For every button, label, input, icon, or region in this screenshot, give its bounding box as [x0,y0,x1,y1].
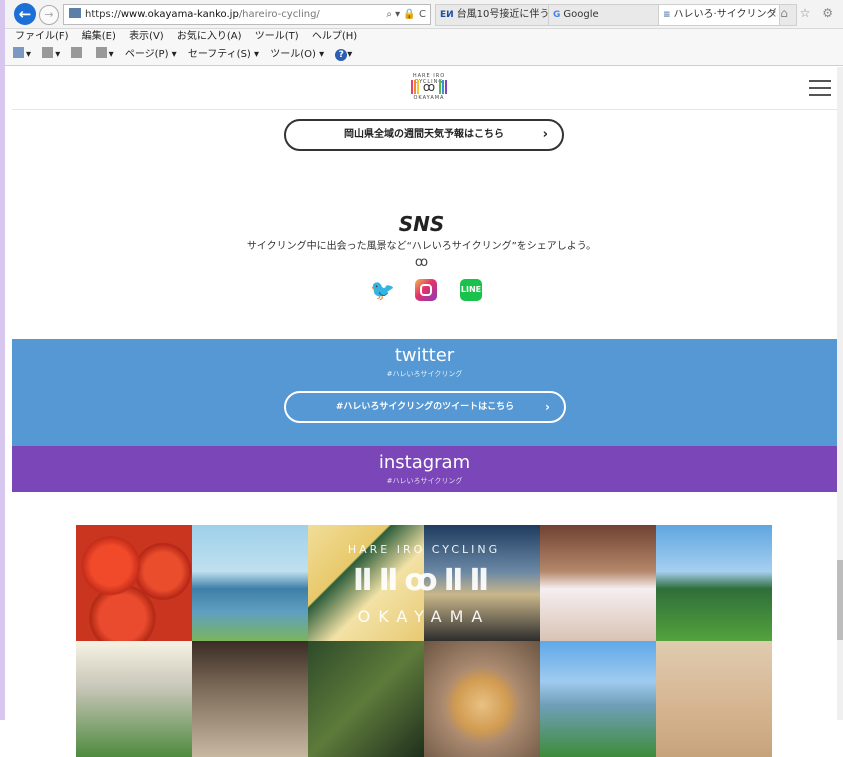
site-favicon-icon [69,8,81,18]
menu-file[interactable]: ファイル(F) [15,31,69,42]
sns-heading: SNS [398,212,445,236]
back-button[interactable]: ← [14,3,36,25]
tab-google[interactable]: G Google [548,4,659,26]
mail-command[interactable] [71,45,84,65]
hamburger-menu-icon[interactable] [809,80,831,96]
site-logo[interactable]: HARE IRO CYCLING ꝏ OKAYAMA [398,73,460,103]
photo-cyclist-pagoda[interactable] [76,641,192,757]
site-header: HARE IRO CYCLING ꝏ OKAYAMA [12,67,843,110]
photo-fish-sculpture[interactable] [656,525,772,641]
feed-icon [42,47,54,58]
twitter-heading: twitter [394,345,455,366]
logo-bottom-text: OKAYAMA [413,95,445,101]
bicycle-icon: ꝏ [414,255,429,270]
menu-favorites[interactable]: お気に入り(A) [177,31,242,42]
weekly-weather-button[interactable]: 岡山県全域の週間天気予報はこちら › [284,119,564,151]
tab-label: Google [563,9,599,20]
url-domain: www.okayama-kanko.jp [120,9,239,20]
home-command[interactable]: ▾ [13,45,31,65]
safety-menu[interactable]: セーフティ(S) ▾ [188,45,259,65]
tab-label: 台風10号接近に伴う大... [456,9,549,20]
menu-help[interactable]: ヘルプ(H) [312,31,357,42]
logo-bar [410,80,413,94]
url-actions[interactable]: ⌕ ▾ 🔒 C [386,5,426,24]
url-path: /hareiro-cycling/ [238,9,320,20]
logo-bar [416,80,419,94]
home-icon [13,47,24,58]
grid-logo-overlay: HARE IRO CYCLING ⅡⅡꝏⅡⅡ OKAYAMA [308,525,540,641]
photo-tomatoes[interactable] [76,525,192,641]
photo-old-building[interactable] [192,641,308,757]
photo-beach[interactable] [656,641,772,757]
photo-cyclists-coast[interactable] [192,525,308,641]
logo-bars: ꝏ [398,79,460,95]
feeds-command[interactable]: ▾ [42,45,60,65]
chevron-right-icon: › [542,127,548,142]
logo-bar [442,80,445,94]
line-icon[interactable]: LINE [460,279,482,301]
twitter-icon[interactable]: 🐦 [370,279,395,301]
scrollbar-thumb[interactable] [837,560,843,640]
google-icon: G [553,10,561,20]
twitter-tweets-button[interactable]: #ハレいろサイクリングのツイートはこちら › [284,391,566,423]
menu-view[interactable]: 表示(V) [129,31,164,42]
photo-forest[interactable] [308,641,424,757]
instagram-section: instagram #ハレいろサイクリング [12,446,837,492]
twitter-section: twitter #ハレいろサイクリング #ハレいろサイクリングのツイートはこちら… [12,339,837,446]
instagram-photo-grid: HARE IRO CYCLING ⅡⅡꝏⅡⅡ OKAYAMA [76,525,773,757]
mail-icon [71,47,83,58]
weather-button-label: 岡山県全域の週間天気予報はこちら [344,129,504,140]
tab-favicon-icon: ≡ [663,10,671,20]
page-menu[interactable]: ページ(P) ▾ [125,45,177,65]
home-favorites-settings-icons[interactable]: ⌂ ☆ ⚙ [780,6,837,20]
menu-tools[interactable]: ツール(T) [255,31,299,42]
menu-edit[interactable]: 編集(E) [82,31,116,42]
twitter-button-label: #ハレいろサイクリングのツイートはこちら [335,402,515,412]
photo-noodles[interactable] [424,641,540,757]
tab-hareiro-cycling[interactable]: ≡ ハレいろ·サイクリング ... × [658,4,782,26]
print-command[interactable]: ▾ [95,45,114,65]
url-input[interactable]: https://www.okayama-kanko.jp/hareiro-cyc… [63,4,431,25]
help-command[interactable]: ? ▾ [335,45,352,65]
tab-favicon-icon: ЕИ [440,10,454,20]
tab-label: ハレいろ·サイクリング ... [673,9,782,20]
tab-typhoon[interactable]: ЕИ台風10号接近に伴う大... [435,4,549,26]
print-icon [95,47,107,58]
forward-button[interactable]: → [39,5,59,25]
address-bar-row: ← → https://www.okayama-kanko.jp/hareiro… [5,0,843,29]
instagram-heading: instagram [378,452,471,473]
twitter-hashtag: #ハレいろサイクリング [386,370,463,378]
overlay-top-text: HARE IRO CYCLING [347,543,501,556]
logo-bar [445,80,448,94]
chevron-right-icon: › [545,400,550,414]
sns-icon-row: 🐦 LINE [370,279,490,305]
instagram-hashtag: #ハレいろサイクリング [386,477,463,485]
logo-bar [439,80,442,94]
menu-bar: ファイル(F) 編集(E) 表示(V) お気に入り(A) ツール(T) ヘルプ(… [5,29,843,45]
bicycle-icon: ꝏ [422,80,436,94]
photo-mountain[interactable] [540,641,656,757]
help-icon: ? [335,49,348,61]
overlay-bottom-text: OKAYAMA [357,607,491,626]
window-frame-edge [0,0,5,720]
photo-shaved-ice[interactable] [540,525,656,641]
tools-menu[interactable]: ツール(O) ▾ [270,45,324,65]
close-tab-icon[interactable]: × [769,5,777,25]
command-bar: ▾ ▾ ▾ ページ(P) ▾ セーフティ(S) ▾ ツール(O) ▾ ? ▾ [5,45,843,66]
instagram-icon[interactable] [415,279,437,301]
sns-description: サイクリング中に出会った風景など“ハレいろサイクリング”をシェアしよう。 [246,241,597,252]
logo-bar [413,80,416,94]
overlay-bicycle-bars: ⅡⅡꝏⅡⅡ [352,563,496,598]
url-scheme: https:// [85,9,121,20]
